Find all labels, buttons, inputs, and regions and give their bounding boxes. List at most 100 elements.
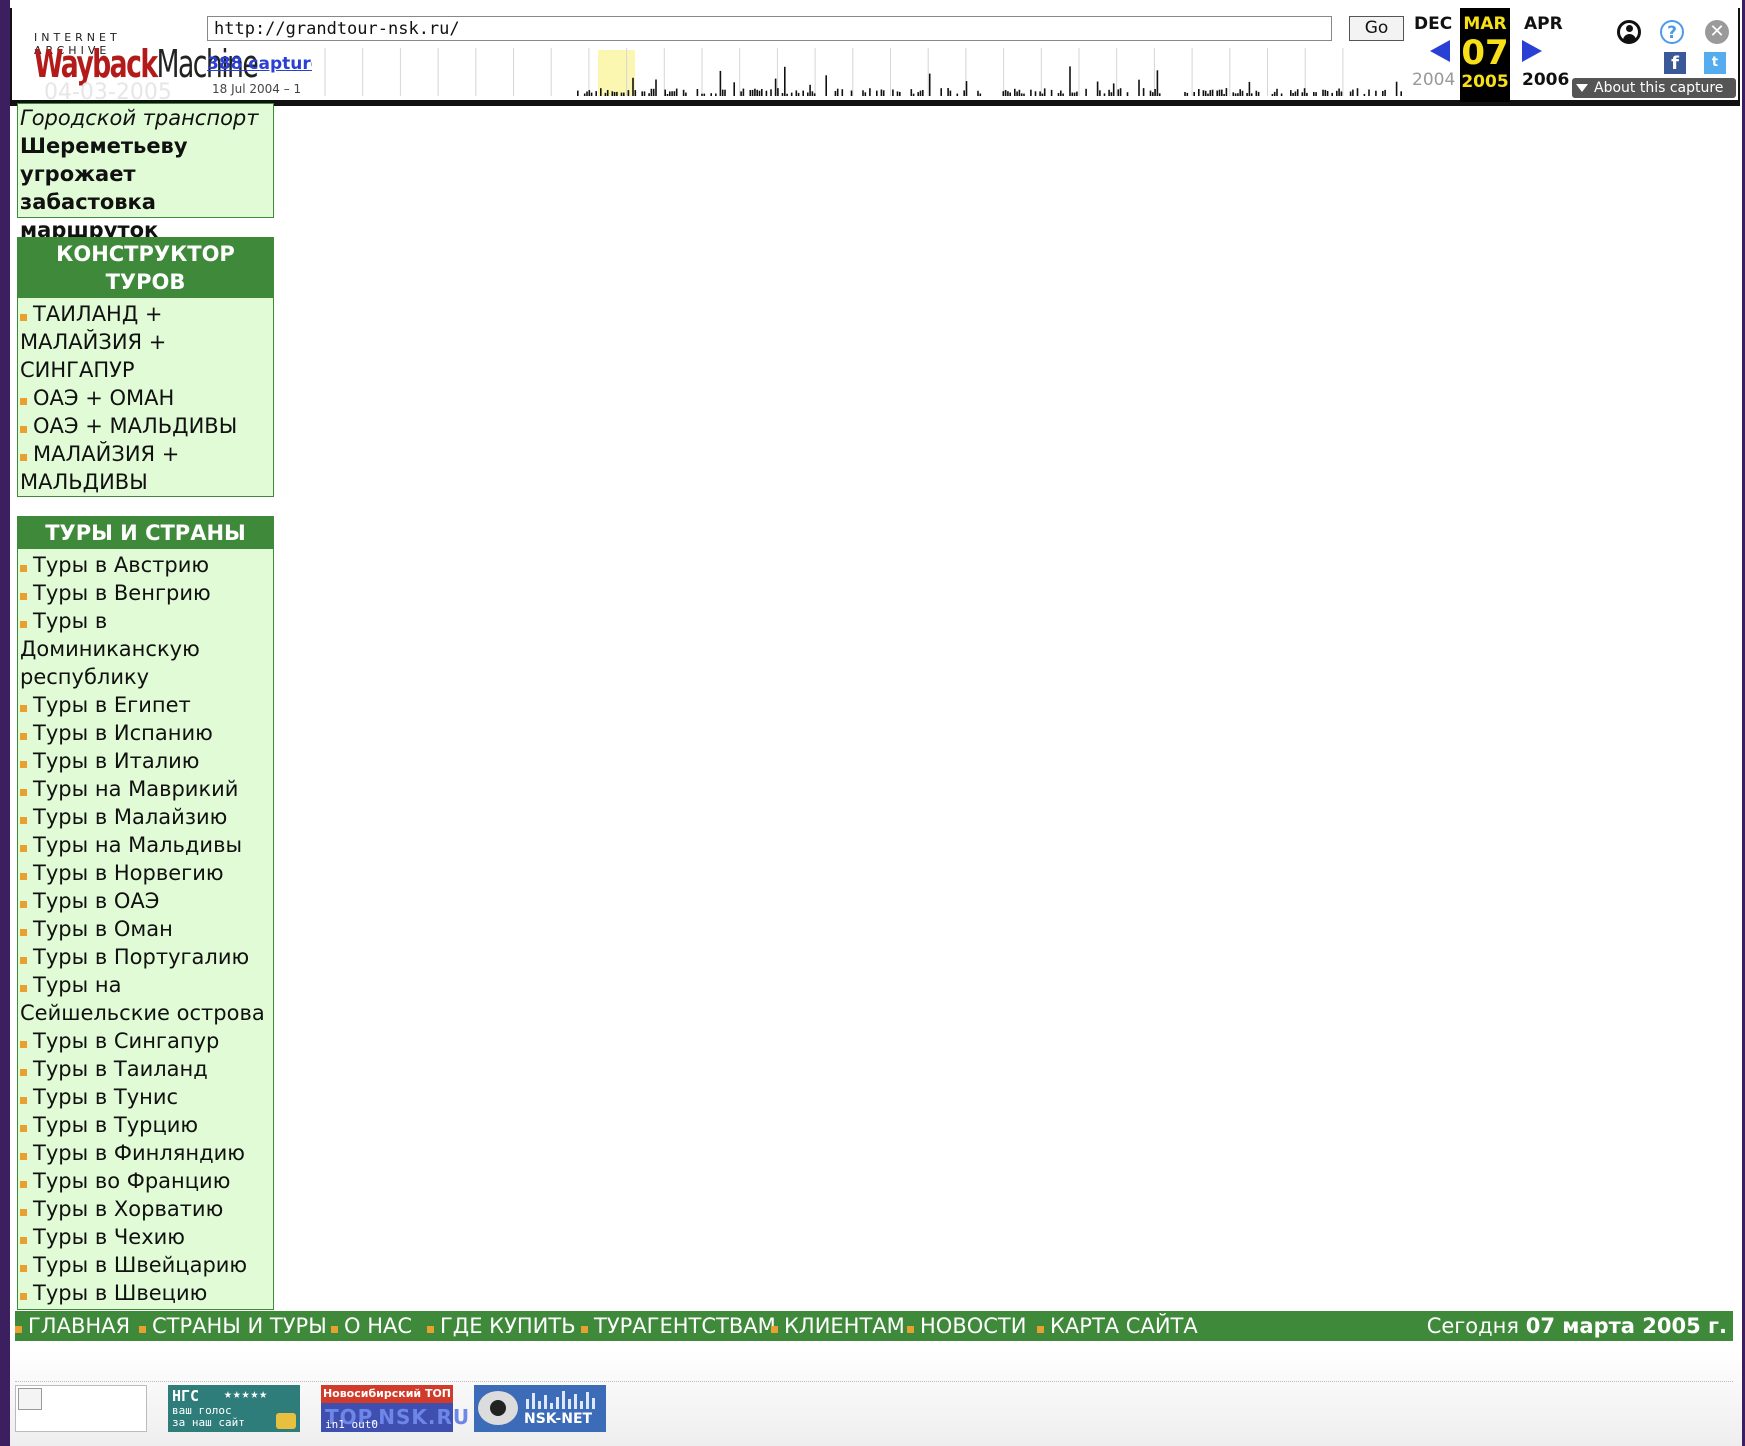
tour-constructor-item[interactable]: ОАЭ + МАЛЬДИВЫ [20, 412, 271, 440]
sparkline-bar [613, 92, 616, 96]
month-next[interactable]: APR [1524, 14, 1563, 34]
prev-capture-arrow-icon[interactable] [1430, 40, 1450, 62]
wayback-logo[interactable]: INTERNET ARCHIVE WaybackMachine 04-03-20… [34, 18, 259, 105]
country-item[interactable]: Туры в Тунис [20, 1083, 271, 1111]
next-capture-arrow-icon[interactable] [1522, 40, 1542, 62]
month-prev[interactable]: DEC [1414, 14, 1452, 34]
url-input[interactable]: http://grandtour-nsk.ru/ [207, 16, 1332, 41]
sparkline-bar [703, 93, 706, 96]
nav-item[interactable]: ГДЕ КУПИТЬ [427, 1311, 576, 1341]
news-title-link[interactable]: Шереметьеву угрожает забастовка маршруто… [20, 132, 271, 244]
country-item-label: Туры в Швецию [33, 1281, 208, 1305]
country-item[interactable]: Туры в Чехию [20, 1223, 271, 1251]
about-capture-button[interactable]: About this capture [1572, 78, 1736, 98]
sparkline-bar [577, 90, 579, 96]
counter-top-nsk[interactable]: Новосибирский ТОП TOP.NSK.RU in1 out0 [321, 1385, 469, 1432]
sparkline-bar [611, 91, 614, 96]
country-item[interactable]: Туры на Маврикий [20, 775, 271, 803]
sparkline-bar [590, 92, 593, 96]
country-item[interactable]: Туры в Норвегию [20, 859, 271, 887]
bullet-square-icon [20, 705, 27, 712]
country-item-label: Туры в Швейцарию [33, 1253, 248, 1277]
counter-ngs[interactable]: НГС ★★★★★ ваш голос за наш сайт [168, 1385, 300, 1432]
country-item[interactable]: Туры в Доминиканскую республику [20, 607, 271, 691]
dropdown-triangle-icon [1576, 84, 1588, 92]
sparkline-bar [1043, 88, 1046, 96]
sparkline-bar [1112, 83, 1115, 96]
country-item[interactable]: Туры во Францию [20, 1167, 271, 1195]
country-item[interactable]: Туры в Оман [20, 915, 271, 943]
bullet-square-icon [20, 454, 27, 461]
tours-countries-heading: ТУРЫ И СТРАНЫ [18, 517, 273, 549]
tour-constructor-item[interactable]: МАЛАЙЗИЯ + МАЛЬДИВЫ [20, 440, 271, 496]
country-item[interactable]: Туры на Сейшельские острова [20, 971, 271, 1027]
tour-constructor-item-label: ТАИЛАНД + МАЛАЙЗИЯ + СИНГАПУР [20, 302, 167, 382]
sparkline-bar [588, 90, 591, 96]
country-item[interactable]: Туры в Венгрию [20, 579, 271, 607]
counter-nsk-net[interactable]: NSK-NET [474, 1385, 606, 1432]
country-item[interactable]: Туры в ОАЭ [20, 887, 271, 915]
sparkline-bar [1280, 93, 1283, 96]
sparkline-bar [1117, 89, 1120, 96]
country-item[interactable]: Туры в Хорватию [20, 1195, 271, 1223]
nav-item[interactable]: НОВОСТИ [907, 1311, 1026, 1341]
sparkline-bar [940, 88, 942, 96]
bullet-square-icon [427, 1326, 434, 1333]
sparkline-bar [740, 91, 742, 96]
country-item[interactable]: Туры в Австрию [20, 551, 271, 579]
country-item[interactable]: Туры в Финляндию [20, 1139, 271, 1167]
sparkline-bar [1248, 81, 1251, 96]
twitter-icon[interactable]: t [1704, 52, 1726, 74]
country-item[interactable]: Туры на Мальдивы [20, 831, 271, 859]
sparkline-bar [632, 77, 634, 96]
country-item[interactable]: Туры в Испанию [20, 719, 271, 747]
help-icon[interactable]: ? [1660, 20, 1684, 44]
tour-constructor-item[interactable]: ОАЭ + ОМАН [20, 384, 271, 412]
sparkline-bar [1138, 79, 1140, 96]
sparkline-bar [876, 90, 878, 96]
counter-broken-image[interactable] [15, 1385, 147, 1432]
country-item-label: Туры в Венгрию [33, 581, 211, 605]
sparkline-bar [836, 88, 839, 96]
capture-sparkline[interactable] [322, 48, 1404, 96]
country-item-label: Туры на Сейшельские острова [20, 973, 265, 1025]
country-item[interactable]: Туры в Португалию [20, 943, 271, 971]
country-item[interactable]: Туры в Турцию [20, 1111, 271, 1139]
sparkline-bar [715, 93, 717, 96]
country-item[interactable]: Туры в Швейцарию [20, 1251, 271, 1279]
nav-item[interactable]: ТУРАГЕНТСТВАМ [581, 1311, 776, 1341]
go-button[interactable]: Go [1349, 16, 1404, 41]
country-item[interactable]: Туры в Сингапур [20, 1027, 271, 1055]
sparkline-bar [761, 89, 763, 96]
country-item-label: Туры в Сингапур [33, 1029, 220, 1053]
tour-constructor-item-label: МАЛАЙЗИЯ + МАЛЬДИВЫ [20, 442, 180, 494]
sparkline-bar [880, 89, 883, 96]
country-item[interactable]: Туры в Египет [20, 691, 271, 719]
nav-item[interactable]: СТРАНЫ И ТУРЫ [139, 1311, 327, 1341]
sparkline-bar [1306, 92, 1308, 96]
sparkline-bar [765, 90, 768, 96]
close-icon[interactable]: ✕ [1705, 20, 1729, 44]
country-item[interactable]: Туры в Италию [20, 747, 271, 775]
broken-image-icon [18, 1388, 42, 1410]
sparkline-bar [1198, 89, 1200, 96]
nav-item[interactable]: ГЛАВНАЯ [15, 1311, 130, 1341]
sparkline-bar [922, 90, 924, 96]
facebook-icon[interactable]: f [1664, 52, 1686, 74]
sparkline-bar [616, 91, 618, 96]
year-next[interactable]: 2006 [1522, 70, 1569, 90]
nav-item[interactable]: О НАС [331, 1311, 412, 1341]
nav-item[interactable]: КАРТА САЙТА [1037, 1311, 1198, 1341]
news-category[interactable]: Городской транспорт [20, 105, 271, 132]
year-prev[interactable]: 2004 [1412, 70, 1455, 90]
captures-link[interactable]: 388 captures [207, 54, 312, 74]
country-item[interactable]: Туры в Швецию [20, 1279, 271, 1307]
sparkline-bar [795, 90, 798, 96]
nav-item[interactable]: КЛИЕНТАМ [771, 1311, 905, 1341]
bullet-square-icon [20, 621, 27, 628]
country-item[interactable]: Туры в Таиланд [20, 1055, 271, 1083]
tour-constructor-item[interactable]: ТАИЛАНД + МАЛАЙЗИЯ + СИНГАПУР [20, 300, 271, 384]
country-item[interactable]: Туры в Малайзию [20, 803, 271, 831]
bullet-square-icon [20, 1265, 27, 1272]
user-icon[interactable] [1617, 20, 1641, 44]
